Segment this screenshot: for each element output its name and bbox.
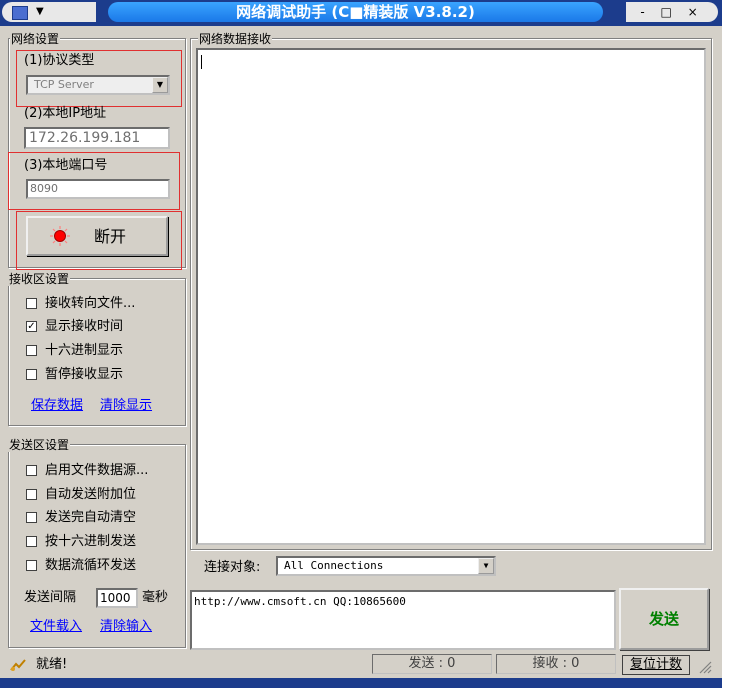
pause-display-label: 暂停接收显示 [45,367,124,382]
window-title: 网络调试助手 (C■精装版 V3.8.2) [108,2,603,22]
hex-send-label: 按十六进制发送 [45,534,137,549]
pause-display-checkbox[interactable] [26,369,37,380]
title-bar: ▼ 网络调试助手 (C■精装版 V3.8.2) - □ × [0,0,722,26]
load-file-link[interactable]: 文件载入 [30,619,82,635]
local-ip-input[interactable]: 172.26.199.181 [24,127,170,149]
loop-send-checkbox[interactable] [26,560,37,571]
connection-status-icon [50,226,70,246]
disconnect-button-label: 断开 [94,227,127,246]
clear-input-link[interactable]: 清除输入 [100,619,152,635]
window-controls[interactable]: - □ × [626,2,718,22]
received-counter: 接收 : 0 [496,654,616,674]
send-settings-label: 发送区设置 [8,438,71,452]
hex-display-label: 十六进制显示 [45,343,124,358]
chevron-down-icon: ▼ [36,6,44,17]
text-cursor [201,55,202,69]
network-settings-label: 网络设置 [10,32,61,46]
show-receive-time-checkbox[interactable]: ✓ [26,321,37,332]
local-ip-label: (2)本地IP地址 [24,106,107,121]
receive-to-file-checkbox[interactable] [26,298,37,309]
chevron-down-icon[interactable]: ▼ [152,77,168,93]
connection-select[interactable]: All Connections ▼ [276,556,496,576]
protocol-select[interactable]: TCP Server ▼ [26,75,170,95]
hex-display-checkbox[interactable] [26,345,37,356]
window-bottom-border [0,678,722,688]
sent-counter: 发送 : 0 [372,654,492,674]
show-receive-time-label: 显示接收时间 [45,319,124,334]
clear-display-link[interactable]: 清除显示 [100,398,152,414]
desktop-edge [722,0,734,688]
send-button[interactable]: 发送 [619,588,709,650]
loop-send-label: 数据流循环发送 [45,558,137,573]
send-textarea[interactable]: http://www.cmsoft.cn QQ:10865600 [190,590,616,650]
auto-clear-checkbox[interactable] [26,512,37,523]
connection-value: All Connections [284,559,384,572]
file-source-label: 启用文件数据源... [45,463,149,478]
hex-send-checkbox[interactable] [26,536,37,547]
chevron-down-icon[interactable]: ▼ [478,558,494,574]
receive-textarea[interactable] [196,48,706,545]
receive-to-file-label: 接收转向文件... [45,296,136,311]
send-interval-input[interactable]: 1000 [96,588,138,608]
save-data-link[interactable]: 保存数据 [31,398,83,414]
system-menu-button[interactable]: ▼ [2,2,96,22]
app-window: ▼ 网络调试助手 (C■精装版 V3.8.2) - □ × 网络设置 (1)协议… [0,0,722,688]
local-port-input[interactable]: 8090 [26,179,170,199]
disconnect-button[interactable]: 断开 [26,216,168,256]
send-interval-unit: 毫秒 [142,590,169,605]
protocol-label: (1)协议类型 [24,53,95,68]
reset-counter-button[interactable]: 复位计数 [622,655,690,675]
status-icon [10,659,26,671]
receive-settings-label: 接收区设置 [8,272,71,286]
local-port-label: (3)本地端口号 [24,158,108,173]
protocol-value: TCP Server [34,78,94,91]
resize-grip-icon[interactable] [698,660,712,674]
connection-label: 连接对象: [204,560,261,575]
auto-clear-label: 发送完自动清空 [45,510,137,525]
app-icon [12,6,28,20]
send-text: http://www.cmsoft.cn QQ:10865600 [194,595,406,608]
file-source-checkbox[interactable] [26,465,37,476]
receive-area-label: 网络数据接收 [198,32,273,46]
auto-append-label: 自动发送附加位 [45,487,137,502]
auto-append-checkbox[interactable] [26,489,37,500]
send-interval-label: 发送间隔 [24,590,77,605]
status-text: 就绪! [36,657,68,672]
